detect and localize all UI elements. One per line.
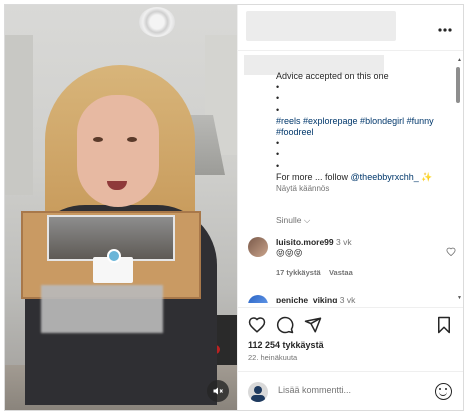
comment-body: luisito.more99 3 vk 😝😝😝 17 tykkäystä Vas… — [276, 237, 446, 278]
scrollbar-thumb[interactable] — [456, 67, 460, 103]
comment-icon[interactable] — [276, 316, 294, 334]
caption-bullet: • — [276, 82, 280, 93]
for-you-filter[interactable]: Sinulle ⌵ — [276, 215, 310, 226]
kitchen-cabinet — [5, 35, 33, 195]
emoji-icon[interactable] — [435, 383, 452, 400]
more-horizontal-icon[interactable] — [438, 19, 452, 35]
comments-scroll-area[interactable]: Advice accepted on this one • • • #reels… — [238, 51, 463, 303]
comment-meta: 17 tykkäystä Vastaa — [276, 267, 446, 278]
comment-time: 3 vk — [336, 237, 352, 247]
comment-body: peniche_viking 3 vk — [276, 295, 446, 303]
add-comment-bar — [238, 371, 463, 410]
caption-follow: For more ... follow @theebbyrxchh_ ✨ — [276, 172, 456, 183]
caption-line: Advice accepted on this one — [276, 71, 389, 81]
reply-button[interactable]: Vastaa — [329, 268, 353, 277]
heart-icon[interactable] — [248, 316, 266, 334]
comment-text: 😝😝😝 — [276, 248, 303, 258]
avatar[interactable] — [248, 237, 268, 257]
likes-count[interactable]: 112 254 tykkäystä — [248, 340, 324, 350]
comment-username[interactable]: luisito.more99 — [276, 237, 334, 247]
post-header — [238, 5, 463, 51]
mention-link[interactable]: @theebbyrxchh_ — [351, 172, 419, 182]
comment-time: 3 vk — [339, 295, 356, 303]
comment-likes[interactable]: 17 tykkäystä — [276, 268, 321, 277]
person-face — [77, 95, 159, 207]
see-translation-link[interactable]: Näytä käännös — [276, 183, 456, 194]
ceiling-light — [139, 7, 175, 37]
comment-input[interactable] — [278, 385, 418, 395]
comment-item: luisito.more99 3 vk 😝😝😝 17 tykkäystä Vas… — [248, 237, 458, 277]
blurred-region — [41, 285, 163, 333]
avatar[interactable] — [248, 295, 268, 303]
avatar — [248, 382, 268, 402]
caption-bullet: • — [276, 160, 280, 171]
share-icon[interactable] — [304, 316, 322, 334]
caption-bullet: • — [276, 149, 280, 160]
post-date[interactable]: 22. heinäkuuta — [248, 353, 297, 362]
post-details: Advice accepted on this one • • • #reels… — [237, 5, 463, 410]
post-modal: Advice accepted on this one • • • #reels… — [4, 4, 464, 411]
blurred-author — [246, 11, 396, 41]
bakery-logo — [107, 249, 121, 263]
bookmark-icon[interactable] — [436, 316, 454, 334]
follow-text: For more ... follow — [276, 171, 349, 182]
person-eye — [93, 137, 103, 142]
caption: Advice accepted on this one • • • #reels… — [276, 71, 456, 194]
caption-bullet: • — [276, 104, 280, 115]
reel-video[interactable] — [5, 5, 237, 410]
sparkle-emoji: ✨ — [421, 171, 433, 182]
person-eye — [127, 137, 137, 142]
caption-bullet: • — [276, 93, 280, 104]
chevron-down-icon: ⌵ — [303, 215, 311, 225]
comment-username[interactable]: peniche_viking — [276, 295, 337, 303]
caption-hashtags[interactable]: #reels #explorepage #blondegirl #funny #… — [276, 116, 456, 138]
caption-bullet: • — [276, 138, 280, 149]
volume-mute-icon[interactable] — [207, 380, 229, 402]
scroll-up-arrow-icon[interactable]: ▲ — [457, 57, 462, 63]
scroll-down-arrow-icon[interactable]: ▼ — [457, 295, 462, 301]
for-you-label: Sinulle — [276, 215, 302, 225]
comment-item: peniche_viking 3 vk — [248, 295, 458, 303]
